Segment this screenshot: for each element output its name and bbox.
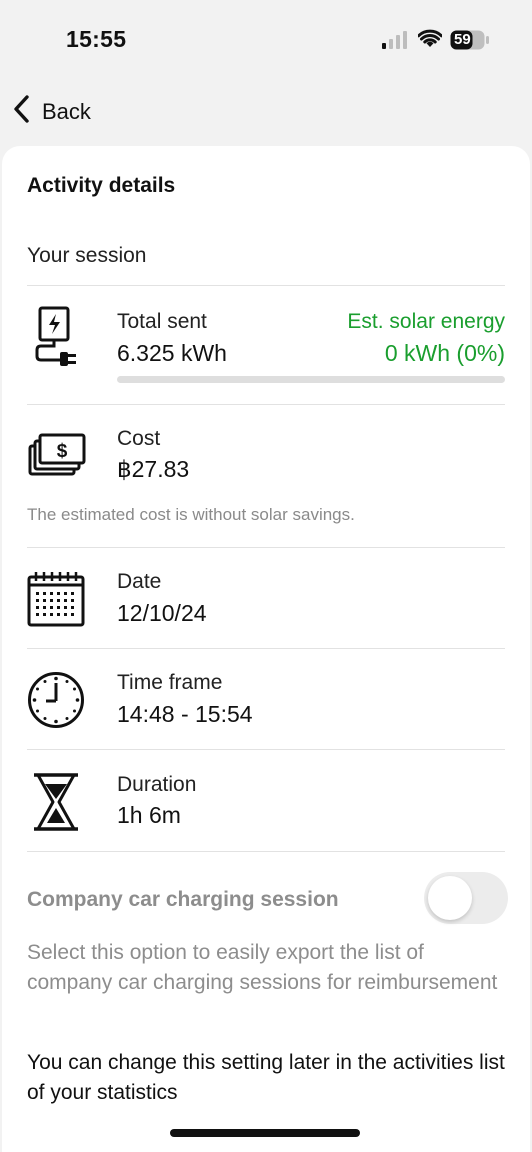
company-car-toggle[interactable] bbox=[424, 872, 508, 924]
status-time: 15:55 bbox=[66, 26, 127, 52]
cost-value: ฿27.83 bbox=[117, 456, 190, 482]
time-frame-label: Time frame bbox=[117, 671, 223, 694]
divider bbox=[27, 285, 505, 286]
clock-icon bbox=[27, 671, 85, 734]
section-label: Your session bbox=[27, 244, 147, 267]
cost-note: The estimated cost is without solar savi… bbox=[27, 505, 355, 524]
charger-plug-icon bbox=[27, 306, 83, 373]
activity-details-card: Activity details Your session Total sent… bbox=[2, 146, 530, 1152]
divider bbox=[27, 648, 505, 649]
total-sent-value: 6.325 kWh bbox=[117, 340, 227, 366]
calendar-icon bbox=[27, 571, 85, 632]
date-label: Date bbox=[117, 570, 162, 593]
home-indicator[interactable] bbox=[170, 1129, 360, 1137]
hourglass-icon bbox=[27, 772, 85, 837]
svg-text:$: $ bbox=[57, 441, 68, 462]
divider bbox=[27, 547, 505, 548]
date-value: 12/10/24 bbox=[117, 600, 207, 626]
total-sent-label: Total sent bbox=[117, 310, 207, 333]
chevron-left-icon bbox=[12, 94, 32, 129]
divider bbox=[27, 749, 505, 750]
battery-icon: 59 bbox=[450, 30, 490, 55]
company-car-description: Select this option to easily export the … bbox=[27, 941, 498, 994]
solar-progress-bar bbox=[117, 376, 505, 383]
divider bbox=[27, 404, 505, 405]
solar-energy-label: Est. solar energy bbox=[347, 310, 505, 333]
back-button[interactable]: Back bbox=[12, 94, 91, 129]
back-label: Back bbox=[42, 98, 91, 124]
status-bar: 15:55 59 bbox=[0, 0, 532, 80]
navigation-bar: Back bbox=[0, 88, 532, 134]
divider bbox=[27, 851, 505, 852]
duration-label: Duration bbox=[117, 773, 197, 796]
company-car-hint: You can change this setting later in the… bbox=[27, 1051, 505, 1104]
cost-label: Cost bbox=[117, 427, 161, 450]
time-frame-value: 14:48 - 15:54 bbox=[117, 701, 253, 727]
cellular-signal-icon bbox=[382, 31, 408, 54]
solar-energy-value: 0 kWh (0%) bbox=[384, 340, 505, 366]
wifi-icon bbox=[417, 29, 443, 54]
toggle-knob bbox=[428, 876, 472, 920]
duration-value: 1h 6m bbox=[117, 802, 181, 828]
battery-level: 59 bbox=[454, 31, 471, 48]
money-stack-icon: $ bbox=[27, 431, 87, 482]
page-title: Activity details bbox=[27, 174, 176, 197]
company-car-label: Company car charging session bbox=[27, 888, 339, 911]
